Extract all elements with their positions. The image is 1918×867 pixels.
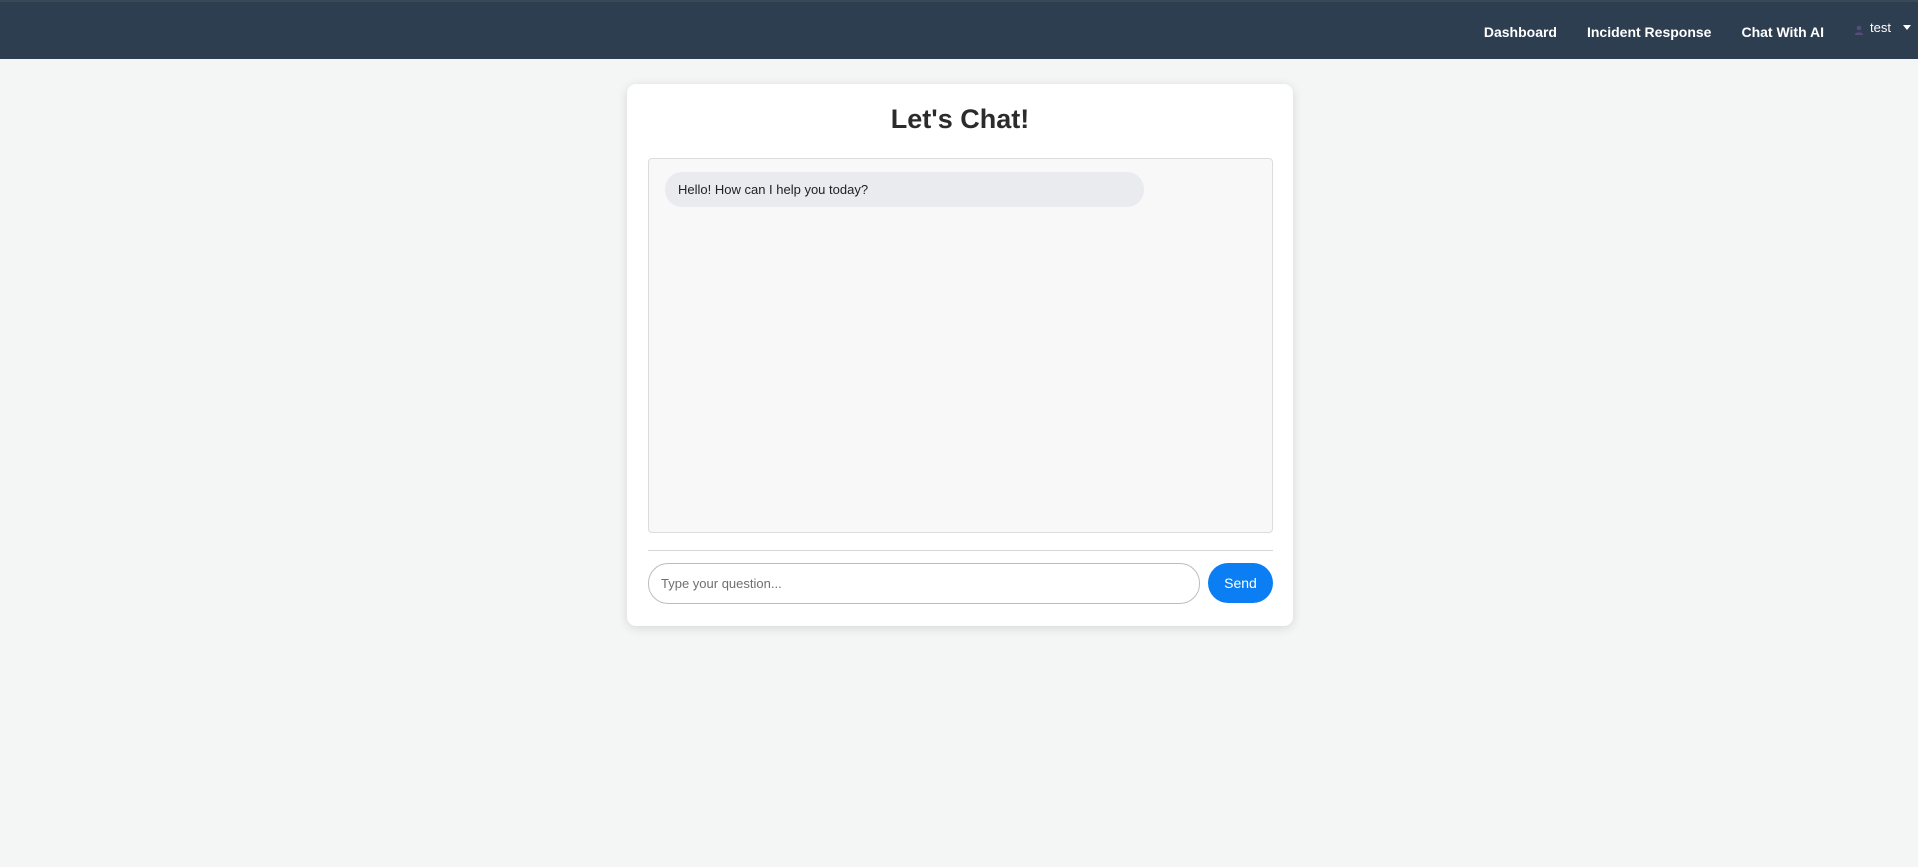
divider	[648, 550, 1273, 551]
nav-links: Dashboard Incident Response Chat With AI…	[1484, 2, 1918, 61]
user-name: test	[1870, 20, 1891, 35]
user-icon	[1854, 23, 1864, 35]
chevron-down-icon	[1903, 25, 1911, 30]
chat-messages[interactable]: Hello! How can I help you today?	[648, 158, 1273, 533]
page-title: Let's Chat!	[890, 104, 1030, 134]
send-button[interactable]: Send	[1208, 563, 1273, 603]
chat-card: Let's Chat! Hello! How can I help you to…	[627, 84, 1293, 626]
top-navbar: Dashboard Incident Response Chat With AI…	[0, 0, 1918, 59]
user-menu-dropdown[interactable]: test	[1854, 20, 1911, 35]
nav-link-chat-with-ai[interactable]: Chat With AI	[1741, 24, 1824, 40]
question-input[interactable]	[648, 563, 1200, 604]
nav-link-incident-response[interactable]: Incident Response	[1587, 24, 1711, 40]
bot-message: Hello! How can I help you today?	[665, 172, 1144, 207]
nav-link-dashboard[interactable]: Dashboard	[1484, 24, 1557, 40]
